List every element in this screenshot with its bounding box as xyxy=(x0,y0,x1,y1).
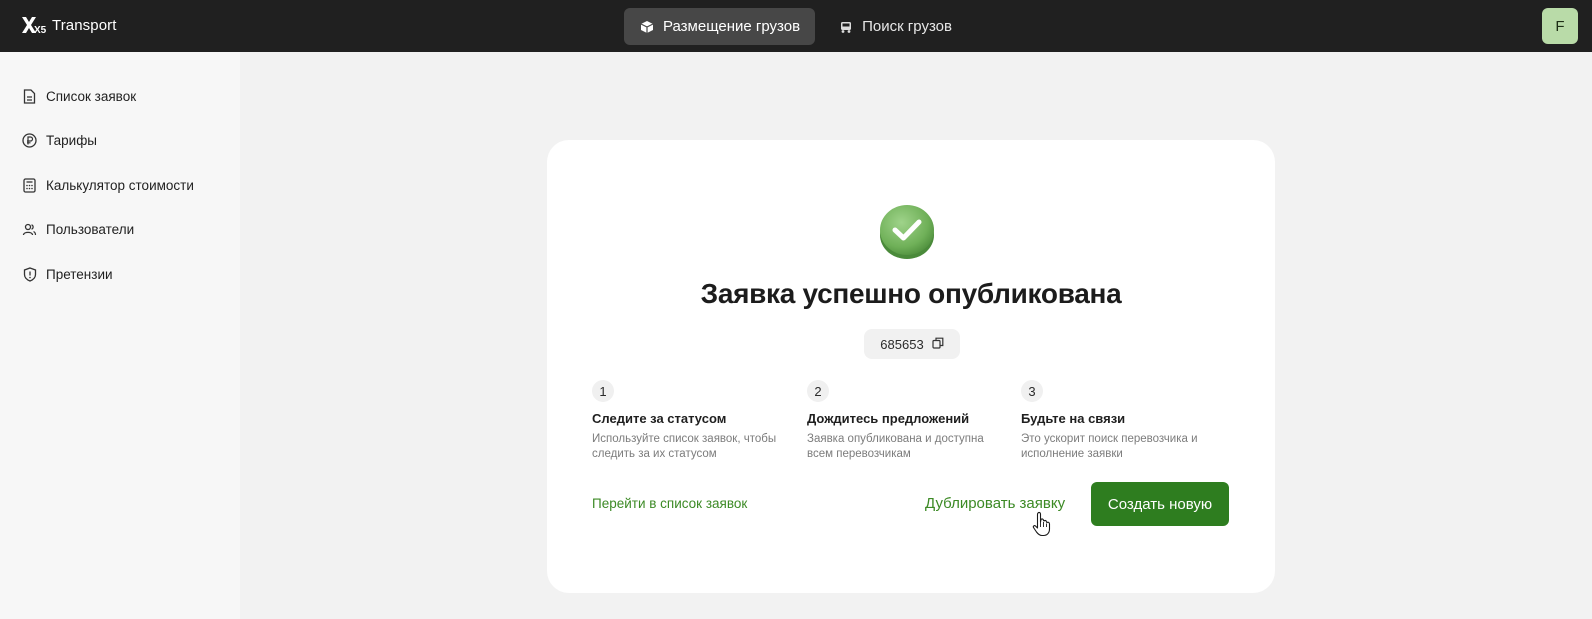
sidebar-item-claims[interactable]: Претензии xyxy=(22,264,113,284)
step-3: 3 Будьте на связи Это ускорит поиск пере… xyxy=(1021,380,1226,462)
calculator-icon xyxy=(22,177,37,193)
hand-cursor-icon xyxy=(1032,511,1052,537)
step-description: Это ускорит поиск перевозчика и исполнен… xyxy=(1021,433,1198,460)
sidebar-item-users[interactable]: Пользователи xyxy=(22,219,134,239)
svg-text:X5: X5 xyxy=(34,25,46,36)
nav-tab-label: Размещение грузов xyxy=(663,18,801,35)
sidebar-item-label: Тарифы xyxy=(46,132,98,148)
step-number: 2 xyxy=(807,380,829,402)
step-1: 1 Следите за статусом Используйте список… xyxy=(592,380,797,462)
step-title: Будьте на связи xyxy=(1021,411,1126,426)
create-new-button[interactable]: Создать новую xyxy=(1091,482,1229,526)
sidebar-item-label: Пользователи xyxy=(46,221,135,237)
shield-icon xyxy=(22,266,37,282)
success-card: Заявка успешно опубликована 685653 1 Сле… xyxy=(547,140,1275,593)
sidebar-item-label: Претензии xyxy=(46,266,113,282)
sidebar-item-label: Список заявок xyxy=(46,88,137,104)
ruble-icon xyxy=(22,132,37,148)
sidebar-item-label: Калькулятор стоимости xyxy=(46,177,194,193)
user-avatar[interactable]: F xyxy=(1542,8,1578,44)
step-number: 1 xyxy=(592,380,614,402)
sidebar: Список заявок Тарифы Калькулятор стоимос… xyxy=(0,52,240,619)
order-number: 685653 xyxy=(880,336,924,352)
step-number: 3 xyxy=(1021,380,1043,402)
step-title: Дождитесь предложений xyxy=(807,411,970,426)
top-nav: Размещение грузов Поиск грузов xyxy=(624,8,967,45)
copy-icon[interactable] xyxy=(932,337,944,352)
success-check-icon xyxy=(878,202,936,260)
page-title: Заявка успешно опубликована xyxy=(700,278,1122,309)
x5-logo-icon: X5 xyxy=(22,17,46,36)
box-icon xyxy=(640,20,654,34)
step-title: Следите за статусом xyxy=(592,411,727,426)
sidebar-item-calculator[interactable]: Калькулятор стоимости xyxy=(22,175,194,195)
logo-text: Transport xyxy=(52,16,117,34)
duplicate-request-link[interactable]: Дублировать заявку xyxy=(925,495,1065,512)
truck-icon xyxy=(839,20,853,34)
document-icon xyxy=(22,88,37,104)
order-number-chip[interactable]: 685653 xyxy=(864,329,960,359)
top-bar: X5 Transport Размещение грузов Поиск гру… xyxy=(0,0,1592,52)
users-icon xyxy=(22,222,37,237)
nav-tab-cargo-placement[interactable]: Размещение грузов xyxy=(624,8,816,45)
step-2: 2 Дождитесь предложений Заявка опубликов… xyxy=(807,380,1012,462)
sidebar-item-tariffs[interactable]: Тарифы xyxy=(22,130,97,150)
logo[interactable]: X5 Transport xyxy=(20,12,117,38)
go-to-requests-link[interactable]: Перейти в список заявок xyxy=(592,496,747,511)
step-description: Используйте список заявок, чтобы следить… xyxy=(592,433,777,460)
step-description: Заявка опубликована и доступна всем пере… xyxy=(807,433,984,460)
nav-tab-cargo-search[interactable]: Поиск грузов xyxy=(823,8,967,45)
sidebar-item-requests[interactable]: Список заявок xyxy=(22,86,136,106)
nav-tab-label: Поиск грузов xyxy=(862,18,952,35)
